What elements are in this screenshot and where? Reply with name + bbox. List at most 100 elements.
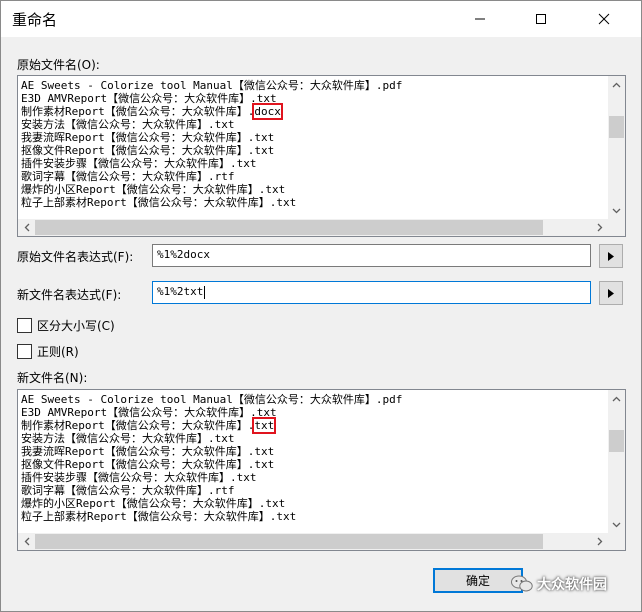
case-sensitive-option[interactable]: 区分大小写(C) (17, 317, 115, 334)
horizontal-scrollbar[interactable] (18, 533, 608, 550)
list-item-text: 抠像文件Report【微信公众号：大众软件库】.txt (21, 144, 275, 157)
extension-highlight: txt (252, 417, 277, 434)
regex-option[interactable]: 正则(R) (17, 343, 79, 360)
list-item-text: 抠像文件Report【微信公众号：大众软件库】.txt (21, 458, 275, 471)
window-title: 重命名 (12, 11, 58, 29)
play-right-icon (608, 288, 614, 298)
list-item: 制作素材Report【微信公众号：大众软件库】.txt (21, 417, 608, 434)
list-item-text: AE Sweets - Colorize tool Manual【微信公众号：大… (21, 79, 403, 92)
chevron-up-icon (612, 396, 621, 401)
new-expr-input[interactable]: %1%2txt (152, 281, 591, 304)
list-item: 粒子上部素材Report【微信公众号：大众软件库】.txt (21, 196, 608, 209)
chevron-right-icon (597, 537, 602, 546)
new-names-content: AE Sweets - Colorize tool Manual【微信公众号：大… (18, 390, 608, 533)
watermark: 大众软件园 (511, 571, 639, 597)
chevron-right-icon (597, 223, 602, 232)
list-item-text: 安装方法【微信公众号：大众软件库】.txt (21, 118, 235, 131)
close-icon (598, 13, 610, 25)
list-item-text: E3D AMVReport【微信公众号：大众软件库】.txt (21, 92, 277, 105)
list-item-text: AE Sweets - Colorize tool Manual【微信公众号：大… (21, 393, 403, 406)
list-item-text: 我妻流晖Report【微信公众号：大众软件库】.txt (21, 131, 275, 144)
original-names-content: AE Sweets - Colorize tool Manual【微信公众号：大… (18, 76, 608, 219)
close-button[interactable] (581, 1, 627, 37)
list-item: 我妻流晖Report【微信公众号：大众软件库】.txt (21, 131, 608, 144)
scroll-up-arrow[interactable] (608, 390, 625, 407)
extension-highlight: docx (252, 103, 283, 120)
list-item: 我妻流晖Report【微信公众号：大众软件库】.txt (21, 445, 608, 458)
minimize-icon (475, 18, 485, 20)
ok-button[interactable]: 确定 (433, 568, 523, 593)
list-item: 粒子上部素材Report【微信公众号：大众软件库】.txt (21, 510, 608, 523)
chevron-up-icon (612, 82, 621, 87)
list-item: 插件安装步骤【微信公众号：大众软件库】.txt (21, 471, 608, 484)
list-item: 插件安装步骤【微信公众号：大众软件库】.txt (21, 157, 608, 170)
list-item: 抠像文件Report【微信公众号：大众软件库】.txt (21, 458, 608, 471)
original-names-list[interactable]: AE Sweets - Colorize tool Manual【微信公众号：大… (17, 75, 626, 237)
scroll-thumb[interactable] (35, 220, 543, 235)
list-item: E3D AMVReport【微信公众号：大众软件库】.txt (21, 92, 608, 105)
scroll-down-arrow[interactable] (608, 516, 625, 533)
rename-dialog: 重命名 原始文件名(O): AE Sweets - Colorize tool … (0, 0, 642, 612)
play-right-icon (608, 251, 614, 261)
maximize-icon (536, 14, 546, 24)
horizontal-scrollbar[interactable] (18, 219, 608, 236)
original-expr-menu-button[interactable] (599, 244, 623, 268)
list-item-text: 爆炸的小区Report【微信公众号：大众软件库】.txt (21, 497, 286, 510)
scroll-left-arrow[interactable] (18, 533, 35, 550)
list-item: 安装方法【微信公众号：大众软件库】.txt (21, 432, 608, 445)
scroll-right-arrow[interactable] (591, 533, 608, 550)
scroll-up-arrow[interactable] (608, 76, 625, 93)
list-item: 歌词字幕【微信公众号：大众软件库】.rtf (21, 170, 608, 183)
minimize-button[interactable] (457, 1, 503, 37)
vertical-scrollbar[interactable] (608, 390, 625, 533)
original-names-label: 原始文件名(O): (17, 58, 100, 72)
vertical-scrollbar[interactable] (608, 76, 625, 219)
scroll-corner (608, 219, 625, 236)
list-item: 制作素材Report【微信公众号：大众软件库】.docx (21, 103, 608, 120)
scroll-thumb[interactable] (609, 430, 624, 452)
list-item-text: 安装方法【微信公众号：大众软件库】.txt (21, 432, 235, 445)
list-item-text: 爆炸的小区Report【微信公众号：大众软件库】.txt (21, 183, 286, 196)
wechat-icon (511, 575, 533, 592)
watermark-text: 大众软件园 (537, 577, 607, 593)
new-names-label: 新文件名(N): (17, 371, 88, 385)
regex-checkbox[interactable] (17, 344, 32, 359)
maximize-button[interactable] (518, 1, 564, 37)
list-item: AE Sweets - Colorize tool Manual【微信公众号：大… (21, 393, 608, 406)
list-item: 抠像文件Report【微信公众号：大众软件库】.txt (21, 144, 608, 157)
new-expr-value: %1%2txt (157, 285, 204, 298)
original-expr-input[interactable]: %1%2docx (152, 244, 591, 267)
new-expr-label: 新文件名表达式(F): (17, 288, 122, 302)
chevron-down-icon (612, 522, 621, 527)
chevron-left-icon (24, 537, 29, 546)
list-item: 安装方法【微信公众号：大众软件库】.txt (21, 118, 608, 131)
list-item-text: 插件安装步骤【微信公众号：大众软件库】.txt (21, 157, 257, 170)
list-item-text: 我妻流晖Report【微信公众号：大众软件库】.txt (21, 445, 275, 458)
list-item: 爆炸的小区Report【微信公众号：大众软件库】.txt (21, 497, 608, 510)
list-item: 爆炸的小区Report【微信公众号：大众软件库】.txt (21, 183, 608, 196)
chevron-down-icon (612, 208, 621, 213)
case-sensitive-label: 区分大小写(C) (37, 319, 115, 333)
scroll-right-arrow[interactable] (591, 219, 608, 236)
list-item: E3D AMVReport【微信公众号：大众软件库】.txt (21, 406, 608, 419)
scroll-corner (608, 533, 625, 550)
list-item: 歌词字幕【微信公众号：大众软件库】.rtf (21, 484, 608, 497)
new-names-list[interactable]: AE Sweets - Colorize tool Manual【微信公众号：大… (17, 389, 626, 551)
scroll-down-arrow[interactable] (608, 202, 625, 219)
text-caret (204, 285, 206, 299)
scroll-left-arrow[interactable] (18, 219, 35, 236)
scroll-thumb[interactable] (35, 534, 543, 549)
list-item: AE Sweets - Colorize tool Manual【微信公众号：大… (21, 79, 608, 92)
case-sensitive-checkbox[interactable] (17, 318, 32, 333)
list-item-text: 歌词字幕【微信公众号：大众软件库】.rtf (21, 170, 235, 183)
list-item-text: 插件安装步骤【微信公众号：大众软件库】.txt (21, 471, 257, 484)
list-item-text: 制作素材Report【微信公众号：大众软件库】. (21, 105, 255, 118)
list-item-text: 粒子上部素材Report【微信公众号：大众软件库】.txt (21, 510, 297, 523)
list-item-text: 制作素材Report【微信公众号：大众软件库】. (21, 419, 255, 432)
regex-label: 正则(R) (37, 345, 79, 359)
scroll-thumb[interactable] (609, 116, 624, 138)
chevron-left-icon (24, 223, 29, 232)
list-item-text: 歌词字幕【微信公众号：大众软件库】.rtf (21, 484, 235, 497)
list-item-text: E3D AMVReport【微信公众号：大众软件库】.txt (21, 406, 277, 419)
new-expr-menu-button[interactable] (599, 281, 623, 305)
